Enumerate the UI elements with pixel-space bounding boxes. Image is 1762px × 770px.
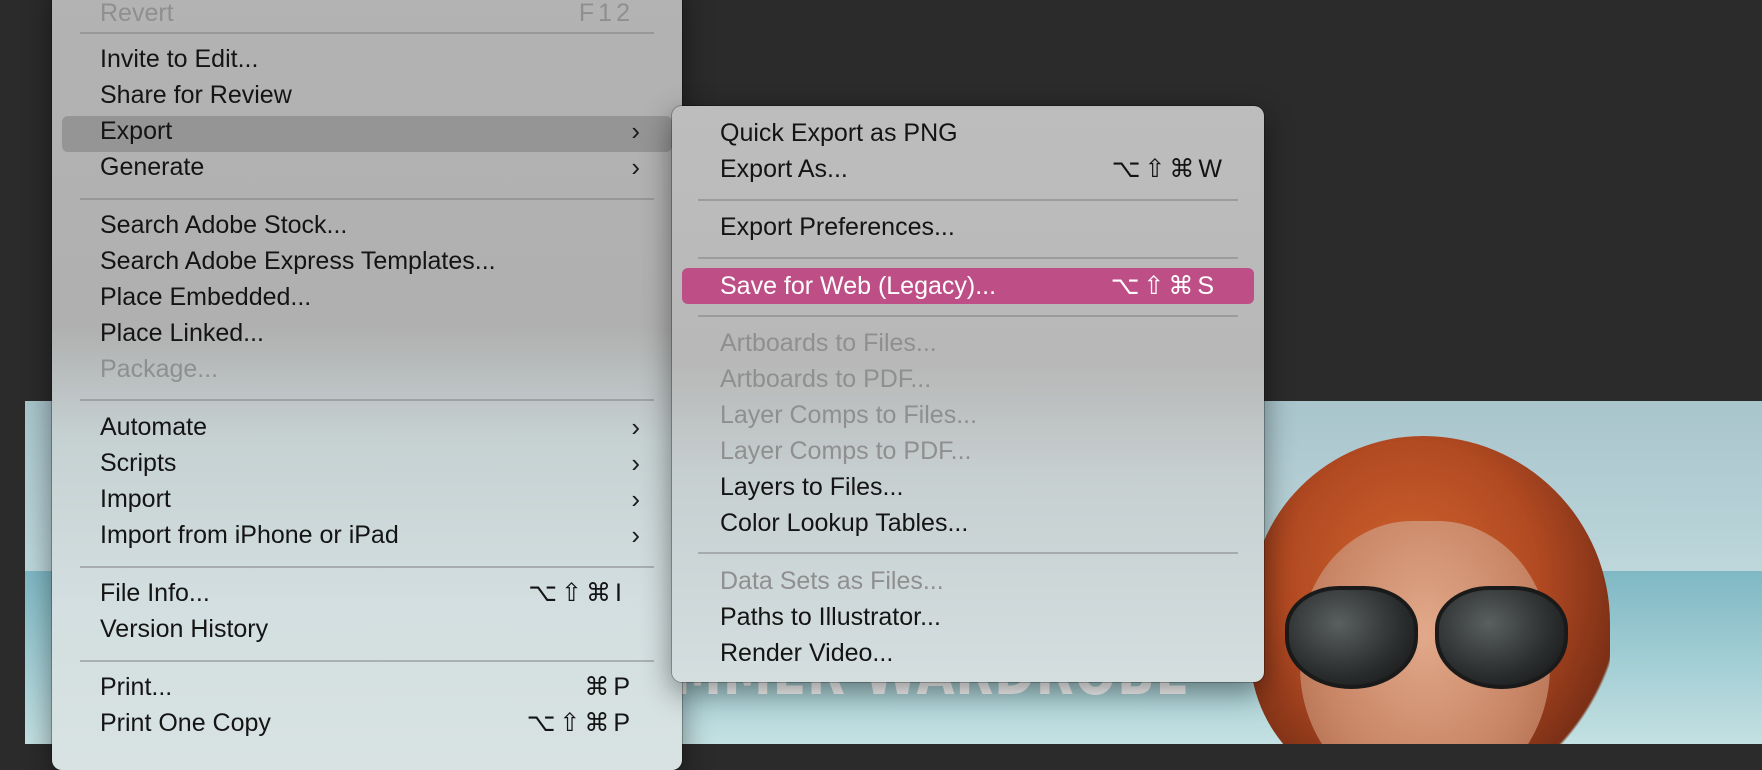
menu-item-artboards-to-pdf: Artboards to PDF... — [720, 362, 1226, 396]
place-embedded-label: Place Embedded... — [100, 283, 312, 311]
menu-separator — [80, 566, 654, 568]
search-stock-label: Search Adobe Stock... — [100, 211, 348, 239]
chevron-right-icon: › — [631, 412, 640, 442]
menu-item-layer-comps-to-pdf: Layer Comps to PDF... — [720, 434, 1226, 468]
menu-item-export-as[interactable]: Export As... ⌥⇧⌘W — [720, 152, 1226, 186]
menu-item-share-for-review[interactable]: Share for Review — [100, 78, 634, 112]
photo-sunglasses — [1285, 586, 1568, 689]
color-lookup-label: Color Lookup Tables... — [720, 509, 969, 537]
menu-item-layers-to-files[interactable]: Layers to Files... — [720, 470, 1226, 504]
chevron-right-icon: › — [631, 484, 640, 514]
layer-comps-files-label: Layer Comps to Files... — [720, 401, 978, 429]
menu-separator — [80, 660, 654, 662]
import-label: Import — [100, 485, 171, 513]
menu-item-export-preferences[interactable]: Export Preferences... — [720, 210, 1226, 244]
export-submenu: Quick Export as PNG Export As... ⌥⇧⌘W Ex… — [672, 106, 1264, 682]
print-one-label: Print One Copy — [100, 709, 271, 737]
version-history-label: Version History — [100, 615, 269, 643]
menu-item-quick-export-png[interactable]: Quick Export as PNG — [720, 116, 1226, 150]
print-one-shortcut: ⌥⇧⌘P — [526, 709, 634, 737]
import-iphone-label: Import from iPhone or iPad — [100, 521, 399, 549]
menu-separator — [698, 199, 1238, 201]
menu-item-place-linked[interactable]: Place Linked... — [100, 316, 634, 350]
menu-item-revert: Revert F12 — [100, 0, 634, 30]
menu-item-package: Package... — [100, 352, 634, 386]
artboards-files-label: Artboards to Files... — [720, 329, 937, 357]
place-linked-label: Place Linked... — [100, 319, 264, 347]
export-as-shortcut: ⌥⇧⌘W — [1111, 155, 1226, 183]
chevron-right-icon: › — [631, 448, 640, 478]
menu-separator — [698, 257, 1238, 259]
menu-item-scripts[interactable]: Scripts › — [100, 446, 640, 480]
menu-item-invite-to-edit[interactable]: Invite to Edit... — [100, 42, 634, 76]
menu-item-print-one-copy[interactable]: Print One Copy ⌥⇧⌘P — [100, 706, 634, 740]
menu-separator — [698, 552, 1238, 554]
render-video-label: Render Video... — [720, 639, 894, 667]
menu-item-search-adobe-stock[interactable]: Search Adobe Stock... — [100, 208, 634, 242]
menu-item-print[interactable]: Print... ⌘P — [100, 670, 634, 704]
menu-separator — [80, 198, 654, 200]
print-shortcut: ⌘P — [584, 673, 634, 701]
menu-item-render-video[interactable]: Render Video... — [720, 636, 1226, 670]
menu-item-version-history[interactable]: Version History — [100, 612, 634, 646]
save-for-web-label: Save for Web (Legacy)... — [720, 272, 997, 300]
generate-label: Generate — [100, 153, 205, 181]
export-as-label: Export As... — [720, 155, 848, 183]
menu-item-color-lookup-tables[interactable]: Color Lookup Tables... — [720, 506, 1226, 540]
scripts-label: Scripts — [100, 449, 177, 477]
paths-illustrator-label: Paths to Illustrator... — [720, 603, 941, 631]
menu-item-artboards-to-files: Artboards to Files... — [720, 326, 1226, 360]
automate-label: Automate — [100, 413, 208, 441]
menu-separator — [698, 315, 1238, 317]
quick-export-label: Quick Export as PNG — [720, 119, 958, 147]
chevron-right-icon: › — [631, 116, 640, 146]
sunglasses-right-lens — [1435, 586, 1568, 689]
menu-separator — [80, 32, 654, 34]
menu-item-save-for-web[interactable]: Save for Web (Legacy)... ⌥⇧⌘S — [720, 269, 1226, 303]
chevron-right-icon: › — [631, 152, 640, 182]
menu-item-export[interactable]: Export › — [100, 114, 640, 148]
layers-files-label: Layers to Files... — [720, 473, 904, 501]
data-sets-label: Data Sets as Files... — [720, 567, 944, 595]
package-label: Package... — [100, 355, 219, 383]
file-info-label: File Info... — [100, 579, 210, 607]
layer-comps-pdf-label: Layer Comps to PDF... — [720, 437, 972, 465]
menu-item-paths-to-illustrator[interactable]: Paths to Illustrator... — [720, 600, 1226, 634]
save-for-web-shortcut: ⌥⇧⌘S — [1110, 272, 1218, 300]
revert-label: Revert — [100, 0, 174, 27]
menu-item-file-info[interactable]: File Info... ⌥⇧⌘I — [100, 576, 634, 610]
revert-shortcut: F12 — [578, 0, 634, 27]
sunglasses-left-lens — [1285, 586, 1418, 689]
export-prefs-label: Export Preferences... — [720, 213, 955, 241]
menu-item-automate[interactable]: Automate › — [100, 410, 640, 444]
artboards-pdf-label: Artboards to PDF... — [720, 365, 932, 393]
menu-item-data-sets-as-files: Data Sets as Files... — [720, 564, 1226, 598]
menu-separator — [80, 399, 654, 401]
menu-item-search-express-templates[interactable]: Search Adobe Express Templates... — [100, 244, 634, 278]
share-label: Share for Review — [100, 81, 292, 109]
export-label: Export — [100, 117, 173, 145]
menu-item-import-iphone[interactable]: Import from iPhone or iPad › — [100, 518, 640, 552]
menu-item-generate[interactable]: Generate › — [100, 150, 640, 184]
search-express-label: Search Adobe Express Templates... — [100, 247, 496, 275]
file-menu: Revert F12 Invite to Edit... Share for R… — [52, 0, 682, 770]
file-info-shortcut: ⌥⇧⌘I — [528, 579, 626, 607]
menu-item-import[interactable]: Import › — [100, 482, 640, 516]
chevron-right-icon: › — [631, 520, 640, 550]
print-label: Print... — [100, 673, 173, 701]
invite-label: Invite to Edit... — [100, 45, 259, 73]
menu-item-place-embedded[interactable]: Place Embedded... — [100, 280, 634, 314]
menu-item-layer-comps-to-files: Layer Comps to Files... — [720, 398, 1226, 432]
